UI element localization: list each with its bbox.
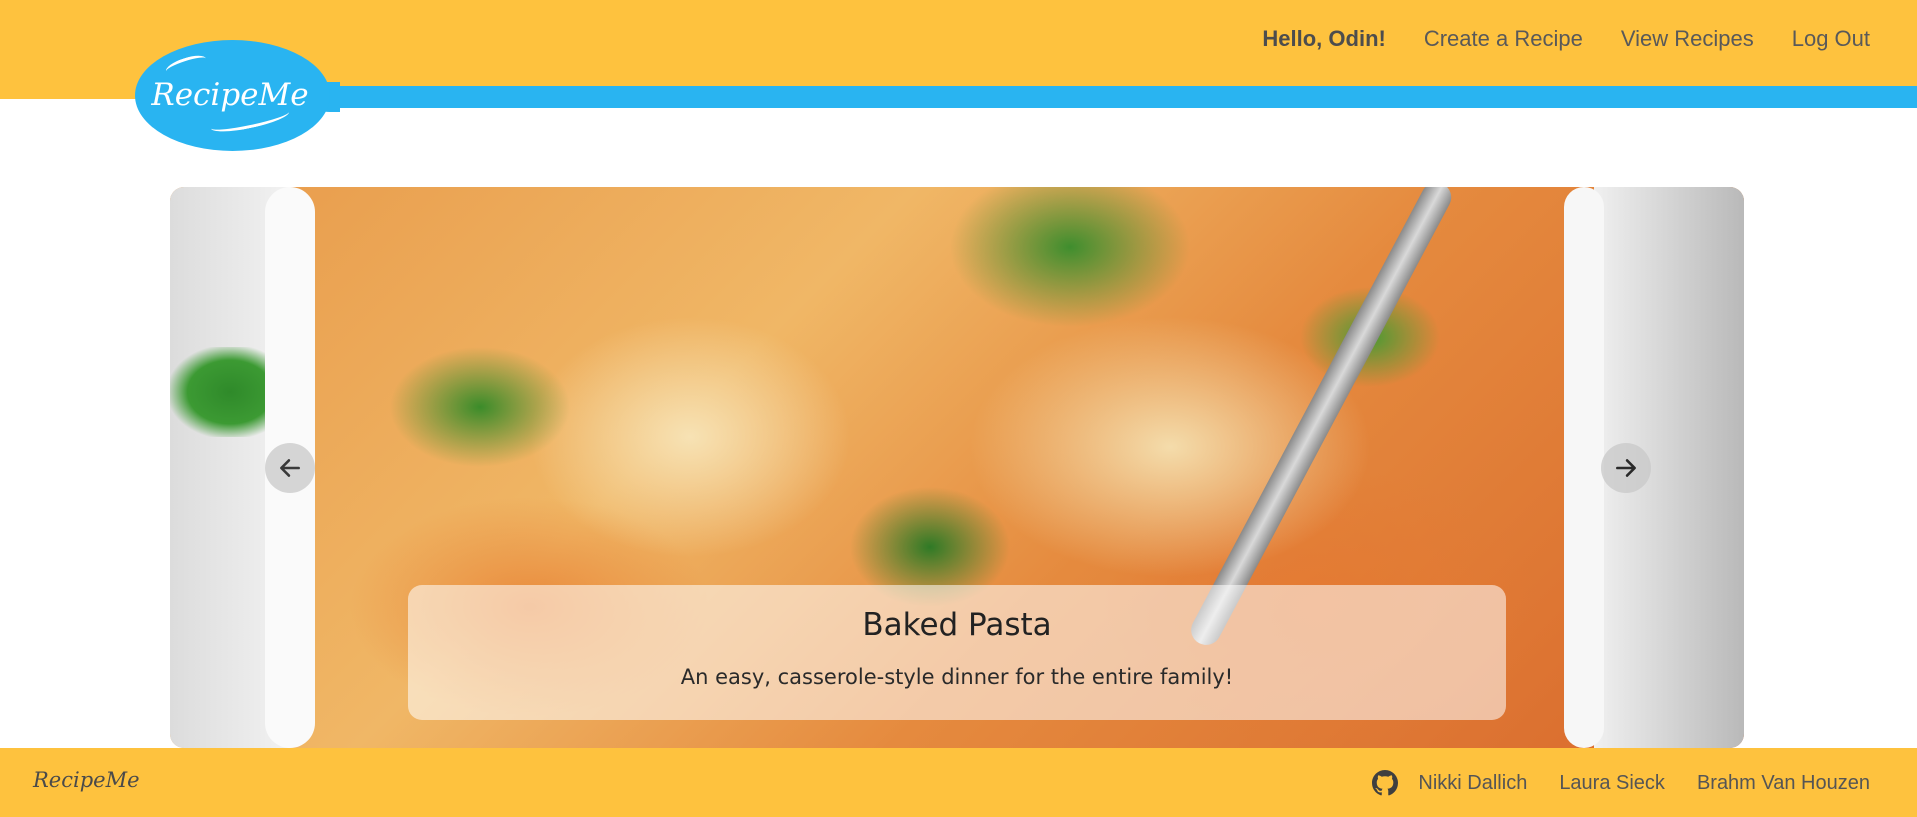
recipe-carousel: Baked Pasta An easy, casserole-style din… xyxy=(170,187,1744,748)
carousel-prev-button[interactable] xyxy=(265,443,315,493)
carousel-next-button[interactable] xyxy=(1601,443,1651,493)
site-logo[interactable]: RecipeMe xyxy=(150,70,310,120)
carousel-recipe-description: An easy, casserole-style dinner for the … xyxy=(680,665,1234,689)
main-nav: Hello, Odin! Create a Recipe View Recipe… xyxy=(1262,20,1870,58)
footer-author-links: Nikki Dallich Laura Sieck Brahm Van Houz… xyxy=(1372,767,1870,799)
arrow-right-icon xyxy=(1616,459,1636,477)
nav-view-recipes-link[interactable]: View Recipes xyxy=(1621,26,1754,52)
github-icon[interactable] xyxy=(1372,770,1399,796)
footer: RecipeMe Nikki Dallich Laura Sieck Brahm… xyxy=(0,748,1917,817)
carousel-recipe-title[interactable]: Baked Pasta xyxy=(408,607,1506,643)
author-link-nikki[interactable]: Nikki Dallich xyxy=(1418,772,1527,795)
footer-author-group: Nikki Dallich xyxy=(1372,770,1527,796)
author-link-laura[interactable]: Laura Sieck xyxy=(1559,772,1665,795)
carousel-image-serving-spoon xyxy=(1185,187,1457,651)
nav-create-recipe-link[interactable]: Create a Recipe xyxy=(1424,26,1583,52)
carousel-image-dish-edge xyxy=(1564,187,1604,748)
footer-logo[interactable]: RecipeMe xyxy=(33,768,140,792)
user-greeting: Hello, Odin! xyxy=(1262,26,1386,51)
carousel-caption: Baked Pasta An easy, casserole-style din… xyxy=(408,585,1506,720)
nav-logout-link[interactable]: Log Out xyxy=(1792,26,1870,52)
arrow-left-icon xyxy=(280,459,300,477)
author-link-brahm[interactable]: Brahm Van Houzen xyxy=(1697,772,1870,795)
spoon-handle-stripe xyxy=(260,86,1917,108)
